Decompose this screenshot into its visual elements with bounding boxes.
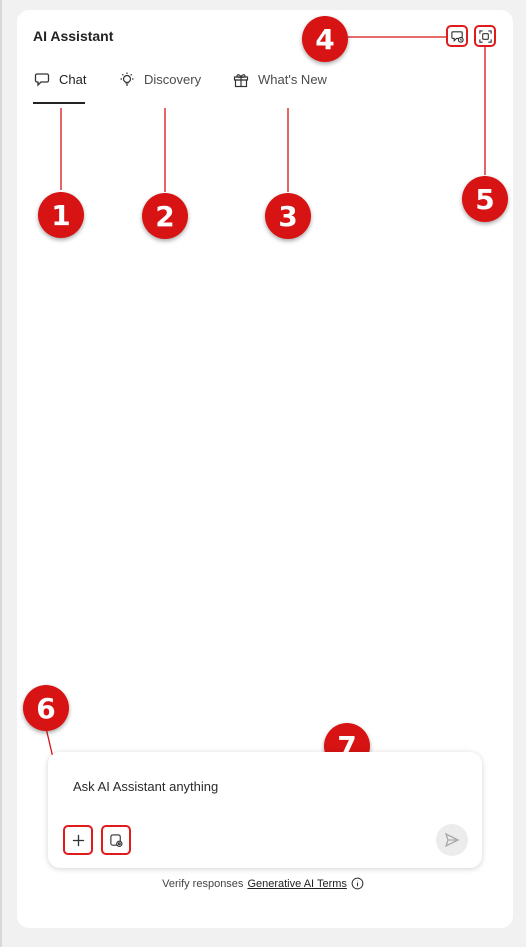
window-left-edge bbox=[0, 0, 2, 947]
info-icon[interactable] bbox=[351, 877, 364, 890]
callout-badge-6: 6 bbox=[23, 685, 69, 731]
chat-history-icon bbox=[450, 30, 464, 43]
active-tab-indicator bbox=[33, 102, 85, 104]
tab-whats-new[interactable]: What's New bbox=[232, 68, 327, 104]
prompt-input[interactable]: Ask AI Assistant anything bbox=[73, 779, 218, 794]
chat-bubbles-icon bbox=[34, 73, 50, 87]
footer-text: Verify responses bbox=[162, 877, 244, 890]
plus-icon bbox=[72, 834, 84, 846]
footer-disclaimer: Verify responses Generative AI Terms bbox=[0, 877, 526, 890]
prompt-composer[interactable]: Ask AI Assistant anything bbox=[48, 752, 482, 868]
callout-badge-5: 5 bbox=[462, 176, 508, 222]
tab-discovery[interactable]: Discovery bbox=[118, 68, 201, 104]
callout-badge-4: 4 bbox=[302, 16, 348, 62]
tab-discovery-label: Discovery bbox=[144, 72, 202, 87]
expand-panel-button[interactable] bbox=[474, 25, 496, 47]
tab-chat-label: Chat bbox=[59, 72, 87, 87]
gift-icon bbox=[233, 74, 249, 88]
callout-badge-1: 1 bbox=[38, 192, 84, 238]
generative-ai-terms-link[interactable]: Generative AI Terms bbox=[247, 878, 346, 890]
document-settings-icon bbox=[109, 833, 122, 847]
callout-badge-3: 3 bbox=[265, 193, 311, 239]
tab-chat[interactable]: Chat bbox=[33, 68, 86, 104]
chat-history-button[interactable] bbox=[446, 25, 468, 47]
callout-badge-2: 2 bbox=[142, 193, 188, 239]
expand-panel-icon bbox=[478, 29, 492, 43]
add-attachment-button[interactable] bbox=[63, 825, 93, 855]
panel-title: AI Assistant bbox=[33, 28, 114, 44]
send-button[interactable] bbox=[436, 824, 468, 856]
document-settings-button[interactable] bbox=[101, 825, 131, 855]
send-icon bbox=[444, 832, 460, 848]
lightbulb-icon bbox=[120, 72, 134, 86]
tab-whats-new-label: What's New bbox=[258, 72, 327, 87]
